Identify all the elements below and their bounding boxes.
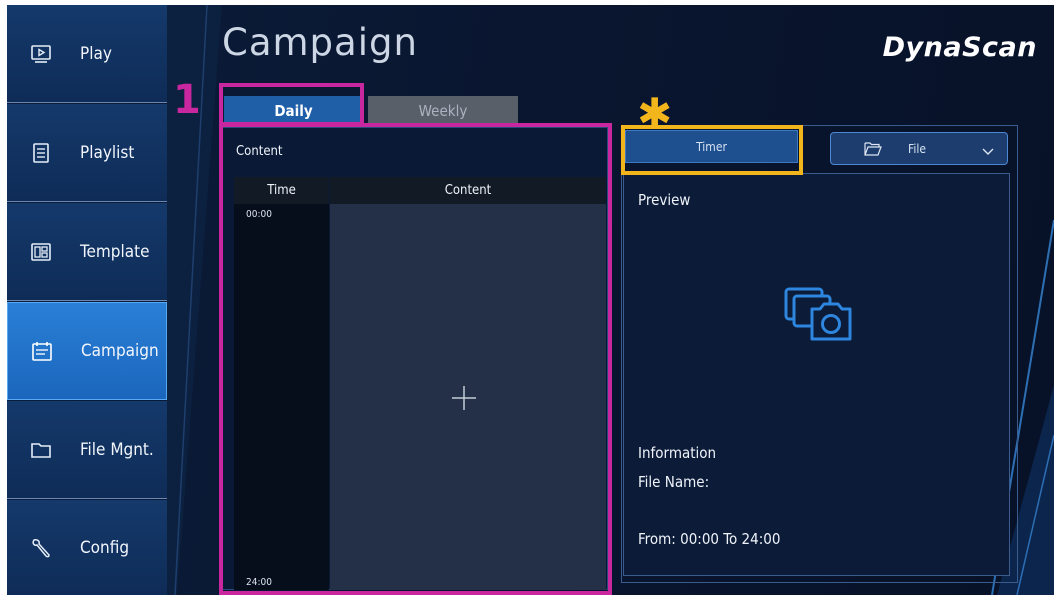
preview-box: Preview Information File Name: From: 00:… <box>623 173 1010 576</box>
time-end-label: 24:00 <box>246 577 272 588</box>
sidebar-item-playlist[interactable]: Playlist <box>7 104 167 202</box>
sidebar-item-label: Template <box>80 241 150 262</box>
column-header-time: Time <box>234 177 329 204</box>
file-dropdown-label: File <box>908 142 926 156</box>
sidebar-nav: Play Playlist Template Campaign File Mgn… <box>7 5 167 595</box>
annotation-marker-star: ✱ <box>637 89 673 138</box>
brand-logo: DynaScan <box>882 32 1037 63</box>
template-icon <box>30 241 52 263</box>
time-start-label: 00:00 <box>246 209 272 220</box>
play-icon <box>30 43 52 65</box>
time-range-label: From: 00:00 To 24:00 <box>638 530 781 548</box>
content-panel: Content Time Content 00:00 24:00 <box>221 127 608 590</box>
page-title: Campaign <box>222 21 418 64</box>
column-header-content: Content <box>330 177 606 204</box>
sidebar-item-template[interactable]: Template <box>7 203 167 301</box>
annotation-marker-1: 1 <box>173 77 201 123</box>
media-camera-icon <box>784 287 854 347</box>
sidebar-item-label: Campaign <box>81 341 159 361</box>
plus-icon[interactable] <box>450 384 478 412</box>
sidebar-item-play[interactable]: Play <box>7 5 167 103</box>
chevron-down-icon <box>982 145 994 159</box>
time-column: 00:00 24:00 <box>234 204 329 590</box>
wrench-icon <box>30 537 52 559</box>
file-dropdown[interactable]: File <box>830 132 1008 165</box>
sidebar-item-config[interactable]: Config <box>7 500 167 595</box>
tab-daily[interactable]: Daily <box>224 96 363 126</box>
sidebar-item-label: Config <box>80 537 130 558</box>
tab-weekly[interactable]: Weekly <box>368 96 518 126</box>
information-heading: Information <box>638 444 717 462</box>
campaign-icon <box>31 340 53 362</box>
app-window: Play Playlist Template Campaign File Mgn… <box>7 5 1054 595</box>
sidebar-item-label: Playlist <box>80 142 135 163</box>
sidebar-item-file-mgnt[interactable]: File Mgnt. <box>7 401 167 499</box>
sidebar-item-label: File Mgnt. <box>80 439 154 460</box>
sidebar-item-label: Play <box>80 43 112 64</box>
content-panel-title: Content <box>236 144 283 159</box>
playlist-icon <box>30 142 52 164</box>
schedule-area[interactable] <box>330 204 606 590</box>
file-name-label: File Name: <box>638 473 710 491</box>
preview-label: Preview <box>638 191 691 209</box>
folder-open-icon <box>864 141 882 160</box>
folder-icon <box>30 439 52 461</box>
sidebar-item-campaign[interactable]: Campaign <box>7 302 167 400</box>
